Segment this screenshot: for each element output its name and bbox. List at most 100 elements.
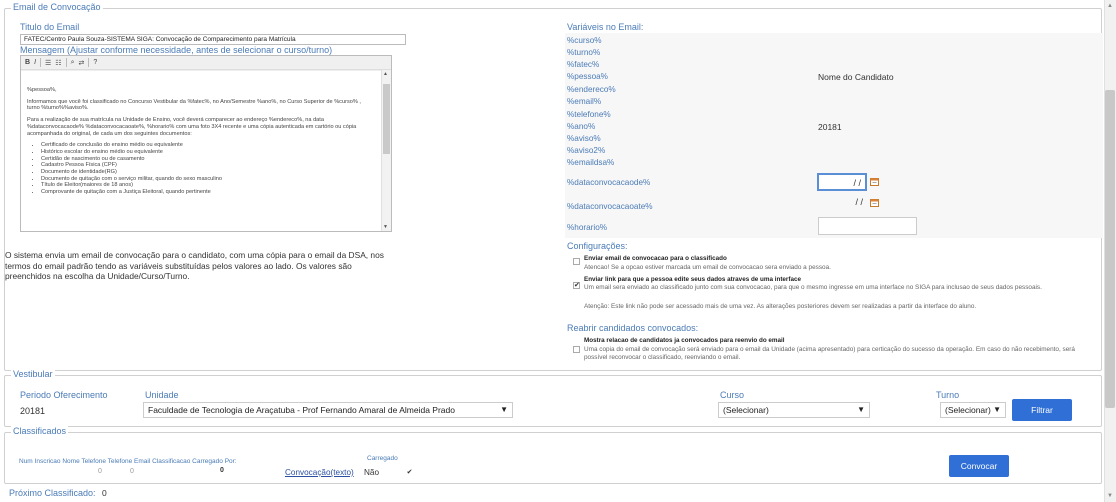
variable-ano: %ano%	[567, 122, 596, 131]
message-label: Mensagem (Ajustar conforme necessidade, …	[20, 45, 333, 55]
find-icon[interactable]: ⌕	[71, 59, 75, 67]
variable-fatec: %fatec%	[567, 60, 600, 69]
vestibular-fieldset: Vestibular	[4, 369, 1102, 427]
send-email-title: Enviar email de convocacao para o classi…	[584, 255, 727, 262]
reopen-label: Reabrir candidados convocados:	[567, 323, 699, 333]
list-item: Certificado de conclusão do ensino médio…	[41, 142, 375, 149]
chevron-down-icon: ▼	[857, 405, 865, 414]
config-label: Configurações:	[567, 241, 628, 251]
variable-aviso2: %aviso2%	[567, 146, 606, 155]
bullet-list-icon[interactable]: ☷	[55, 59, 61, 67]
periodo-value: 20181	[20, 406, 46, 416]
toolbar-divider	[65, 58, 67, 67]
proximo-value: 0	[102, 488, 107, 498]
editor-scrollbar[interactable]: ▲ ▼	[381, 70, 391, 231]
list-item: Histórico escolar do ensino médio ou equ…	[41, 149, 375, 156]
show-convoked-title: Mostra relacao de candidatos ja convocad…	[584, 337, 785, 344]
list-item: Documento de quitação com o serviço mili…	[41, 176, 375, 183]
curso-label: Curso	[720, 390, 745, 400]
list-item: Título de Eleitor(maiores de 18 anos)	[41, 182, 375, 189]
scroll-up-icon[interactable]: ▲	[383, 71, 388, 77]
filter-button[interactable]: Filtrar	[1012, 399, 1072, 421]
send-email-text: Atencao! Se a opcao estiver marcada um e…	[584, 264, 831, 271]
email-title-input[interactable]: FATEC/Centro Paula Souza-SISTEMA SIGA: C…	[20, 34, 406, 45]
list-item: Comprovante de quitação com a Justiça El…	[41, 189, 375, 196]
toolbar-divider	[88, 58, 90, 67]
email-convocacao-legend: Email de Convocação	[11, 2, 103, 12]
help-icon[interactable]: ?	[93, 59, 97, 66]
ano-value: 20181	[818, 122, 842, 132]
carregado-checkbox[interactable]: ✔	[406, 469, 413, 477]
variables-label: Variáveis no Email:	[567, 22, 644, 32]
convocar-button[interactable]: Convocar	[949, 455, 1009, 477]
toolbar-divider	[40, 58, 42, 67]
send-link-warning: Atenção: Este link não pode ser acessado…	[584, 303, 977, 310]
variable-aviso: %aviso%	[567, 134, 601, 143]
vestibular-legend: Vestibular	[11, 369, 55, 379]
variable-curso: %curso%	[567, 36, 602, 45]
documents-list: Certificado de conclusão do ensino médio…	[27, 142, 375, 196]
curso-select-value: (Selecionar)	[723, 405, 769, 415]
convocacao-texto-link[interactable]: Convocação(texto)	[285, 468, 354, 477]
show-convoked-text: Uma copia do email de convocação será en…	[584, 346, 1075, 361]
turno-select[interactable]: (Selecionar) ▼	[940, 402, 1006, 418]
data-de-input[interactable]: / /	[817, 173, 867, 191]
send-link-text: Um email sera enviado ao classificado ju…	[584, 284, 1042, 291]
list-item: Cadastro Pessoa Física (CPF)	[41, 162, 375, 169]
send-link-title: Enviar link para que a pessoa edite seus…	[584, 276, 801, 283]
unidade-select[interactable]: Faculdade de Tecnologia de Araçatuba - P…	[143, 402, 513, 418]
message-editor[interactable]: B I ☰ ☷ ⌕ ⇄ ? %pessoa%, Informamos que v…	[20, 55, 392, 232]
curso-select[interactable]: (Selecionar) ▼	[718, 402, 870, 418]
list-item: Certidão de nascimento ou de casamento	[41, 156, 375, 163]
show-convoked-checkbox[interactable]	[573, 346, 580, 353]
proximo-label: Próximo Classificado:	[9, 488, 96, 498]
editor-greeting: %pessoa%,	[27, 87, 57, 93]
scroll-down-icon[interactable]: ▼	[1106, 492, 1114, 500]
variable-pessoa: %pessoa%	[567, 72, 608, 81]
scrollbar-thumb[interactable]	[1105, 90, 1115, 408]
variable-turno: %turno%	[567, 48, 601, 57]
replace-icon[interactable]: ⇄	[79, 59, 85, 67]
turno-label: Turno	[936, 390, 960, 400]
carregado-header: Carregado	[367, 455, 398, 462]
nao-value: Não	[364, 468, 380, 477]
variable-emaildsa: %emaildsa%	[567, 158, 615, 167]
variable-telefone: %telefone%	[567, 110, 611, 119]
classificacao-cell: 0	[220, 467, 224, 474]
variable-email: %email%	[567, 97, 602, 106]
periodo-label: Periodo Oferecimento	[20, 390, 108, 400]
editor-content[interactable]: %pessoa%, Informamos que você foi classi…	[21, 70, 381, 231]
editor-paragraph: Informamos que você foi classificado no …	[27, 98, 361, 112]
editor-toolbar: B I ☰ ☷ ⌕ ⇄ ?	[21, 56, 391, 70]
editor-scrollbar-thumb[interactable]	[383, 84, 390, 154]
numbered-list-icon[interactable]: ☰	[45, 59, 51, 67]
data-ate-input[interactable]: / /	[817, 194, 867, 212]
chevron-down-icon: ▼	[500, 405, 508, 414]
calendar-icon[interactable]	[870, 177, 879, 186]
email-title-label: Titulo do Email	[20, 22, 80, 32]
horario-input[interactable]	[818, 217, 917, 235]
unidade-select-value: Faculdade de Tecnologia de Araçatuba - P…	[148, 405, 455, 415]
pessoa-value: Nome do Candidato	[818, 72, 894, 82]
scroll-up-icon[interactable]: ▲	[1106, 2, 1114, 10]
telefone-cell: 0	[98, 468, 102, 475]
email-description: O sistema envia um email de convocação p…	[5, 250, 384, 281]
classificados-table-headers: Num Inscricao Nome Telefone Telefone Ema…	[19, 458, 237, 465]
list-item: Documento de identidade(RG)	[41, 169, 375, 176]
send-link-checkbox[interactable]: ✔	[573, 282, 580, 289]
bold-button[interactable]: B	[25, 59, 30, 66]
telefone2-cell: 0	[130, 468, 134, 475]
horario-label: %horario%	[567, 223, 608, 232]
scroll-down-icon[interactable]: ▼	[383, 224, 388, 230]
data-de-label: %dataconvocacaode%	[567, 178, 651, 187]
page-scrollbar[interactable]: ▲ ▼	[1104, 0, 1116, 502]
chevron-down-icon: ▼	[993, 405, 1001, 414]
unidade-label: Unidade	[145, 390, 179, 400]
variable-endereco: %endereco%	[567, 85, 616, 94]
calendar-icon[interactable]	[870, 198, 879, 207]
editor-paragraph: Para a realização de sua matrícula na Un…	[27, 117, 357, 137]
classificados-legend: Classificados	[11, 426, 69, 436]
data-ate-label: %dataconvocacaoate%	[567, 202, 653, 211]
italic-button[interactable]: I	[34, 59, 36, 66]
send-email-checkbox[interactable]	[573, 258, 580, 265]
